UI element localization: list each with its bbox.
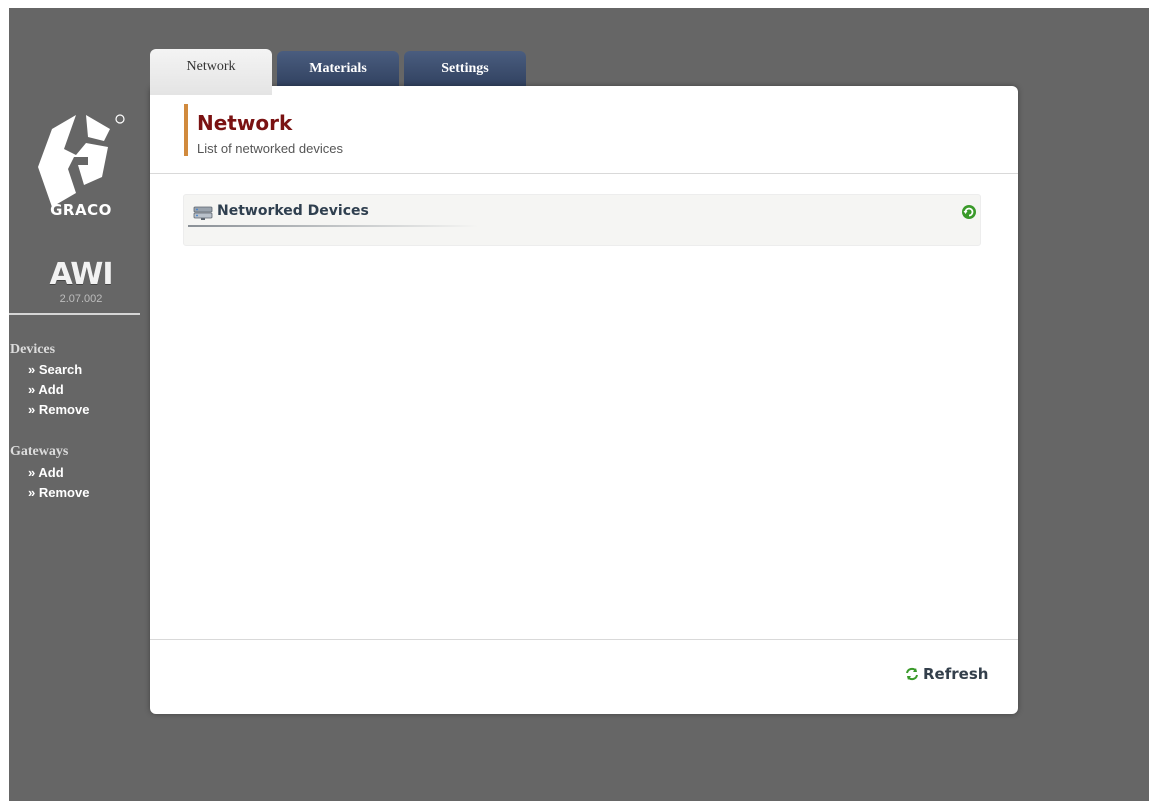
footer-divider [150, 639, 1018, 640]
tab-materials[interactable]: Materials [277, 51, 399, 91]
nav-link-devices-remove[interactable]: » Remove [28, 402, 89, 417]
nav-link-gateways-remove[interactable]: » Remove [28, 485, 89, 500]
page-subtitle: List of networked devices [197, 141, 343, 156]
tab-network[interactable]: Network [150, 49, 272, 95]
networked-devices-title: Networked Devices [217, 203, 369, 219]
app-background: GRACO AWI 2.07.002 Devices » Search » Ad… [9, 8, 1149, 801]
nav-link-devices-search[interactable]: » Search [28, 362, 82, 377]
product-name: AWI [49, 257, 113, 292]
nav-link-gateways-add[interactable]: » Add [28, 465, 64, 480]
section-underline [188, 225, 478, 227]
nav-link-devices-add[interactable]: » Add [28, 382, 64, 397]
brand-name: GRACO [50, 201, 112, 219]
title-accent-bar [184, 104, 188, 156]
header-divider [150, 173, 1018, 174]
sidebar-divider [9, 313, 140, 315]
server-icon [193, 206, 213, 220]
reload-icon[interactable] [960, 203, 978, 221]
refresh-icon [906, 667, 918, 681]
tab-settings[interactable]: Settings [404, 51, 526, 91]
nav-group-devices: Devices [10, 342, 56, 357]
networked-devices-section: Networked Devices [183, 194, 981, 246]
main-panel: Network List of networked devices Networ… [150, 86, 1018, 714]
refresh-button[interactable]: Refresh [904, 662, 988, 686]
nav-group-gateways: Gateways [10, 444, 69, 459]
refresh-label: Refresh [923, 665, 989, 683]
page-title: Network [197, 111, 293, 135]
version-label: 2.07.002 [59, 293, 103, 305]
